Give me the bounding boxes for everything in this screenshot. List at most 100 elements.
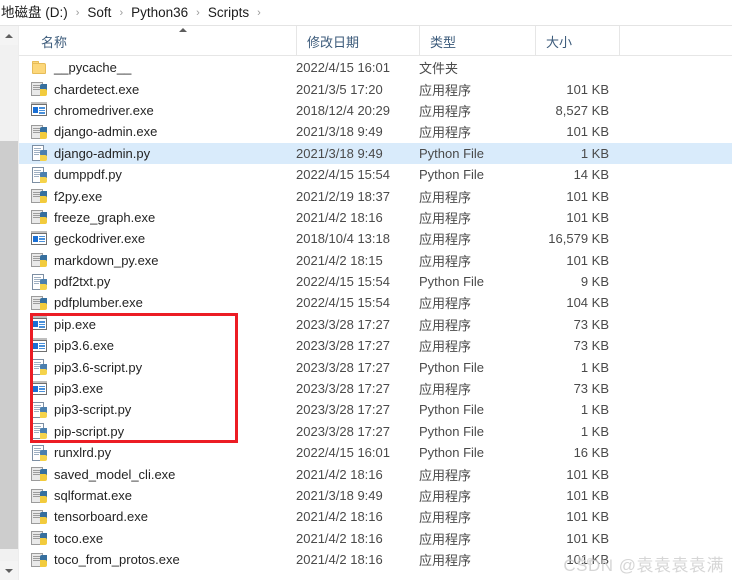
file-size-cell: 16 KB <box>535 445 609 460</box>
file-size-cell: 101 KB <box>535 531 609 546</box>
file-name-cell[interactable]: pdfplumber.exe <box>19 295 296 311</box>
column-header-date[interactable]: 修改日期 <box>296 26 419 56</box>
file-name-cell[interactable]: pip3-script.py <box>19 401 296 418</box>
file-type-label: 应用程序 <box>419 531 472 547</box>
file-name-cell[interactable]: runxlrd.py <box>19 444 296 461</box>
file-row[interactable]: chromedriver.exe 2018/12/4 20:29 应用程序 8,527… <box>19 100 732 121</box>
file-name-label: tensorboard.exe <box>54 509 148 525</box>
scrollbar-thumb[interactable] <box>0 141 18 549</box>
file-row[interactable]: f2py.exe 2021/2/19 18:37 应用程序 101 KB <box>19 185 732 206</box>
file-size-label: 1 KB <box>580 145 609 161</box>
file-date-cell: 2022/4/15 16:01 <box>296 445 419 460</box>
file-name-cell[interactable]: toco.exe <box>19 530 296 546</box>
breadcrumb-item-soft[interactable]: Soft <box>84 0 114 26</box>
file-name-cell[interactable]: pdf2txt.py <box>19 273 296 290</box>
file-name-cell[interactable]: geckodriver.exe <box>19 230 296 247</box>
sort-ascending-icon <box>179 28 187 32</box>
file-row[interactable]: markdown_py.exe 2021/4/2 18:15 应用程序 101 KB <box>19 250 732 271</box>
file-row[interactable]: django-admin.py 2021/3/18 9:49 Python File… <box>19 142 732 164</box>
python-file-icon <box>31 273 47 290</box>
file-name-cell[interactable]: pip3.6-script.py <box>19 359 296 376</box>
file-size-cell: 101 KB <box>535 488 609 503</box>
file-name-label: django-admin.py <box>54 145 151 161</box>
file-name-cell[interactable]: dumppdf.py <box>19 166 296 183</box>
file-size-label: 101 KB <box>566 509 609 525</box>
file-name-cell[interactable]: freeze_graph.exe <box>19 209 296 225</box>
file-size-cell: 101 KB <box>535 210 609 225</box>
scroll-up-button[interactable] <box>0 26 18 45</box>
file-row[interactable]: pip-script.py 2023/3/28 17:27 Python File 1… <box>19 421 732 442</box>
vertical-scrollbar[interactable] <box>0 26 19 580</box>
file-name-cell[interactable]: django-admin.py <box>19 145 296 162</box>
file-type-label: 应用程序 <box>419 210 472 226</box>
file-row[interactable]: saved_model_cli.exe 2021/4/2 18:16 应用程序 101… <box>19 463 732 484</box>
file-name-cell[interactable]: django-admin.exe <box>19 124 296 140</box>
file-size-cell: 104 KB <box>535 295 609 310</box>
python-exe-icon <box>31 295 47 311</box>
file-row[interactable]: freeze_graph.exe 2021/4/2 18:16 应用程序 101 KB <box>19 207 732 228</box>
file-row[interactable]: sqlformat.exe 2021/3/18 9:49 应用程序 101 KB <box>19 485 732 506</box>
file-name-cell[interactable]: chardetect.exe <box>19 81 296 97</box>
file-row[interactable]: pip3.exe 2023/3/28 17:27 应用程序 73 KB <box>19 378 732 399</box>
file-row[interactable]: pip3.6-script.py 2023/3/28 17:27 Python Fi… <box>19 356 732 377</box>
scroll-down-button[interactable] <box>0 561 18 580</box>
file-name-cell[interactable]: __pycache__ <box>19 60 296 76</box>
scrollbar-track[interactable] <box>0 45 18 561</box>
file-name-cell[interactable]: markdown_py.exe <box>19 252 296 268</box>
file-row[interactable]: pip.exe 2023/3/28 17:27 应用程序 73 KB <box>19 314 732 335</box>
file-name-cell[interactable]: pip.exe <box>19 316 296 332</box>
file-row[interactable]: dumppdf.py 2022/4/15 15:54 Python File 14 K… <box>19 164 732 185</box>
python-file-icon <box>31 444 47 461</box>
file-date-cell: 2021/4/2 18:15 <box>296 253 419 268</box>
file-type-label: 应用程序 <box>419 339 472 355</box>
file-date-cell: 2022/4/15 15:54 <box>296 274 419 289</box>
column-header-extra <box>619 26 732 56</box>
file-row[interactable]: pdf2txt.py 2022/4/15 15:54 Python File 9 KB <box>19 271 732 292</box>
file-name-label: toco_from_protos.exe <box>54 552 180 568</box>
file-name-label: pdf2txt.py <box>54 274 111 290</box>
file-row[interactable]: pip3-script.py 2023/3/28 17:27 Python File… <box>19 399 732 420</box>
file-name-label: sqlformat.exe <box>54 488 133 503</box>
file-row[interactable]: tensorboard.exe 2021/4/2 18:16 应用程序 101 KB <box>19 506 732 527</box>
file-name-cell[interactable]: tensorboard.exe <box>19 509 296 525</box>
file-row[interactable]: geckodriver.exe 2018/10/4 13:18 应用程序 16,579… <box>19 228 732 249</box>
application-icon <box>31 316 47 332</box>
file-name-cell[interactable]: sqlformat.exe <box>19 488 296 504</box>
file-row[interactable]: pip3.6.exe 2023/3/28 17:27 应用程序 73 KB <box>19 335 732 356</box>
file-type-label: 应用程序 <box>419 467 472 483</box>
file-row[interactable]: runxlrd.py 2022/4/15 16:01 Python File 16 K… <box>19 442 732 463</box>
file-type-cell: 应用程序 <box>419 486 535 505</box>
file-name-cell[interactable]: pip3.6.exe <box>19 337 296 354</box>
breadcrumb-item-drive[interactable]: 地磁盘 (D:) <box>0 0 71 26</box>
file-name-label: pip3-script.py <box>54 402 132 418</box>
file-list[interactable]: __pycache__ 2022/4/15 16:01 文件夹 chardetect.… <box>19 57 732 580</box>
application-icon <box>31 337 47 354</box>
file-size-label: 16 KB <box>573 445 609 461</box>
column-header-type[interactable]: 类型 <box>419 26 535 56</box>
file-row[interactable]: chardetect.exe 2021/3/5 17:20 应用程序 101 KB <box>19 78 732 99</box>
file-size-cell: 101 KB <box>535 82 609 97</box>
application-icon <box>31 230 47 247</box>
column-header-row: 名称 修改日期 类型 大小 <box>19 26 732 56</box>
file-type-label: 应用程序 <box>419 489 472 504</box>
breadcrumb-item-python36[interactable]: Python36 <box>128 0 191 26</box>
file-type-label: 应用程序 <box>419 103 472 119</box>
file-name-cell[interactable]: f2py.exe <box>19 188 296 204</box>
breadcrumb-item-scripts[interactable]: Scripts <box>205 0 252 26</box>
file-size-cell: 101 KB <box>535 189 609 204</box>
file-name-cell[interactable]: pip3.exe <box>19 380 296 397</box>
file-row[interactable]: django-admin.exe 2021/3/18 9:49 应用程序 101 KB <box>19 121 732 142</box>
file-name-cell[interactable]: pip-script.py <box>19 423 296 440</box>
file-date-label: 2021/4/2 18:16 <box>296 509 383 525</box>
column-header-size[interactable]: 大小 <box>535 26 619 56</box>
file-row[interactable]: pdfplumber.exe 2022/4/15 15:54 应用程序 104 KB <box>19 292 732 313</box>
file-row[interactable]: toco.exe 2021/4/2 18:16 应用程序 101 KB <box>19 528 732 549</box>
file-name-cell[interactable]: saved_model_cli.exe <box>19 466 296 482</box>
file-size-cell: 73 KB <box>535 338 609 353</box>
file-name-cell[interactable]: chromedriver.exe <box>19 102 296 118</box>
file-row[interactable]: __pycache__ 2022/4/15 16:01 文件夹 <box>19 57 732 78</box>
breadcrumb-separator-icon: › <box>119 6 124 19</box>
column-header-name[interactable]: 名称 <box>19 26 296 56</box>
breadcrumb[interactable]: 地磁盘 (D:) › Soft › Python36 › Scripts › <box>0 0 732 26</box>
file-name-cell[interactable]: toco_from_protos.exe <box>19 552 296 568</box>
